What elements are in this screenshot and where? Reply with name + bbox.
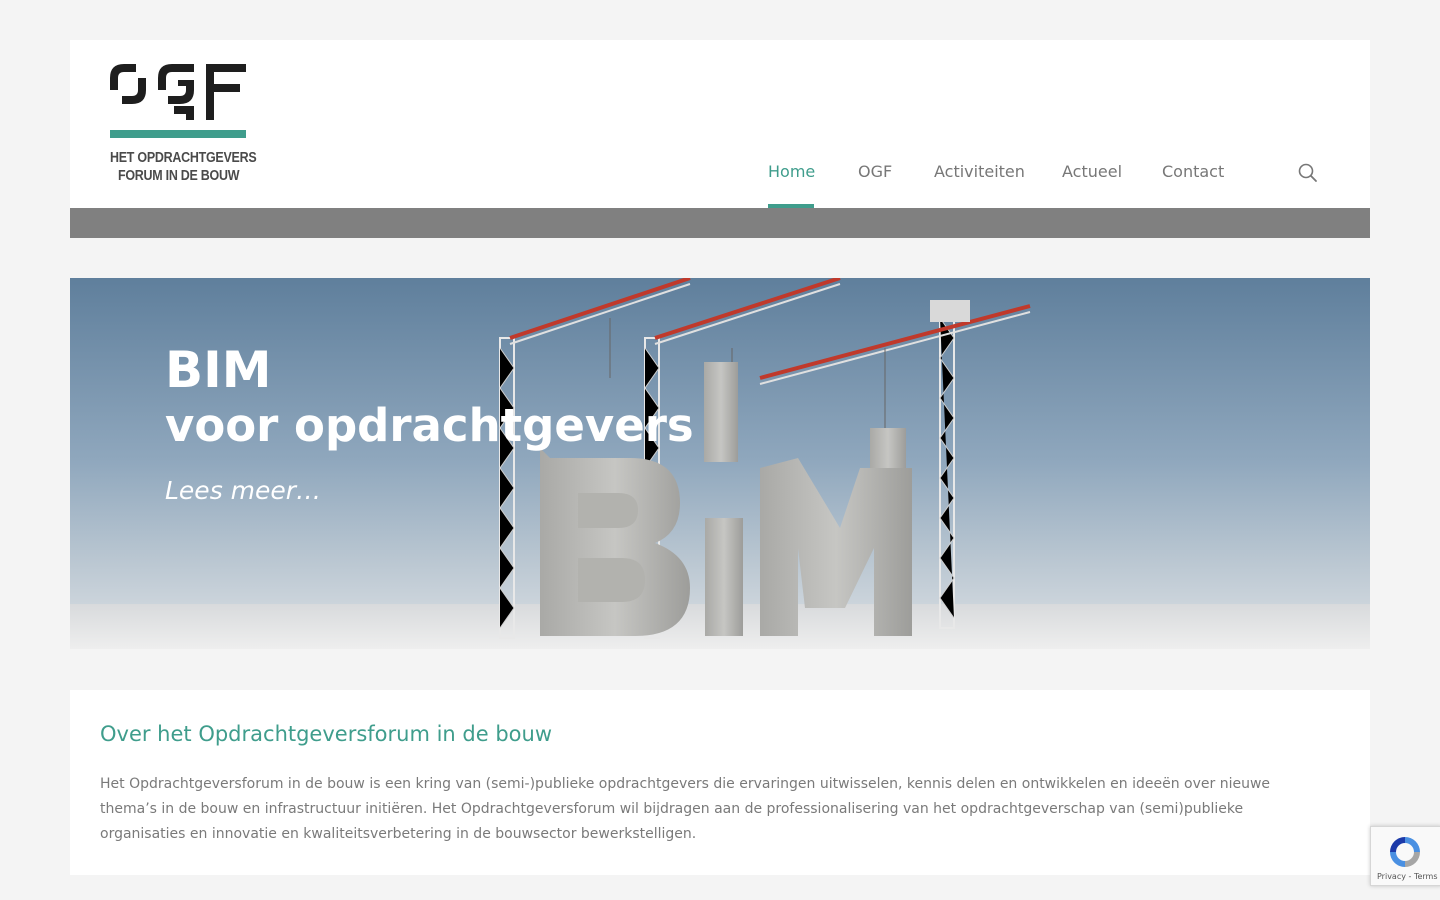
about-section: Over het Opdrachtgeversforum in de bouw … [70,690,1370,875]
hero-subtitle: voor opdrachtgevers [165,399,694,452]
hero-title: BIM [165,341,272,399]
search-icon[interactable] [1298,163,1318,183]
nav-item-actueel[interactable]: Actueel [1062,162,1122,181]
recaptcha-badge[interactable]: Privacy - Terms [1370,826,1440,886]
about-title: Over het Opdrachtgeversforum in de bouw [100,722,553,746]
logo-line-1: HET OPDRACHTGEVERS [110,150,257,166]
site-logo[interactable]: HET OPDRACHTGEVERS FORUM IN DE BOUW [110,62,257,186]
recaptcha-links[interactable]: Privacy - Terms [1377,872,1438,881]
nav-item-activiteiten[interactable]: Activiteiten [934,162,1025,181]
hero-image [70,278,1370,649]
recaptcha-icon [1390,837,1420,867]
nav-item-ogf[interactable]: OGF [858,162,892,181]
logo-line-2: FORUM IN DE BOUW [118,168,240,184]
hero-banner[interactable]: BIM voor opdrachtgevers Lees meer… [70,278,1370,649]
nav-item-contact[interactable]: Contact [1162,162,1224,181]
hero-read-more-link[interactable]: Lees meer… [165,476,321,505]
nav-item-home[interactable]: Home [768,162,815,181]
about-text: Het Opdrachtgeversforum in de bouw is ee… [100,776,1271,842]
header-band [70,208,1370,238]
site-header: HET OPDRACHTGEVERS FORUM IN DE BOUW Home… [70,40,1370,208]
ogf-logo-mark [110,64,246,138]
